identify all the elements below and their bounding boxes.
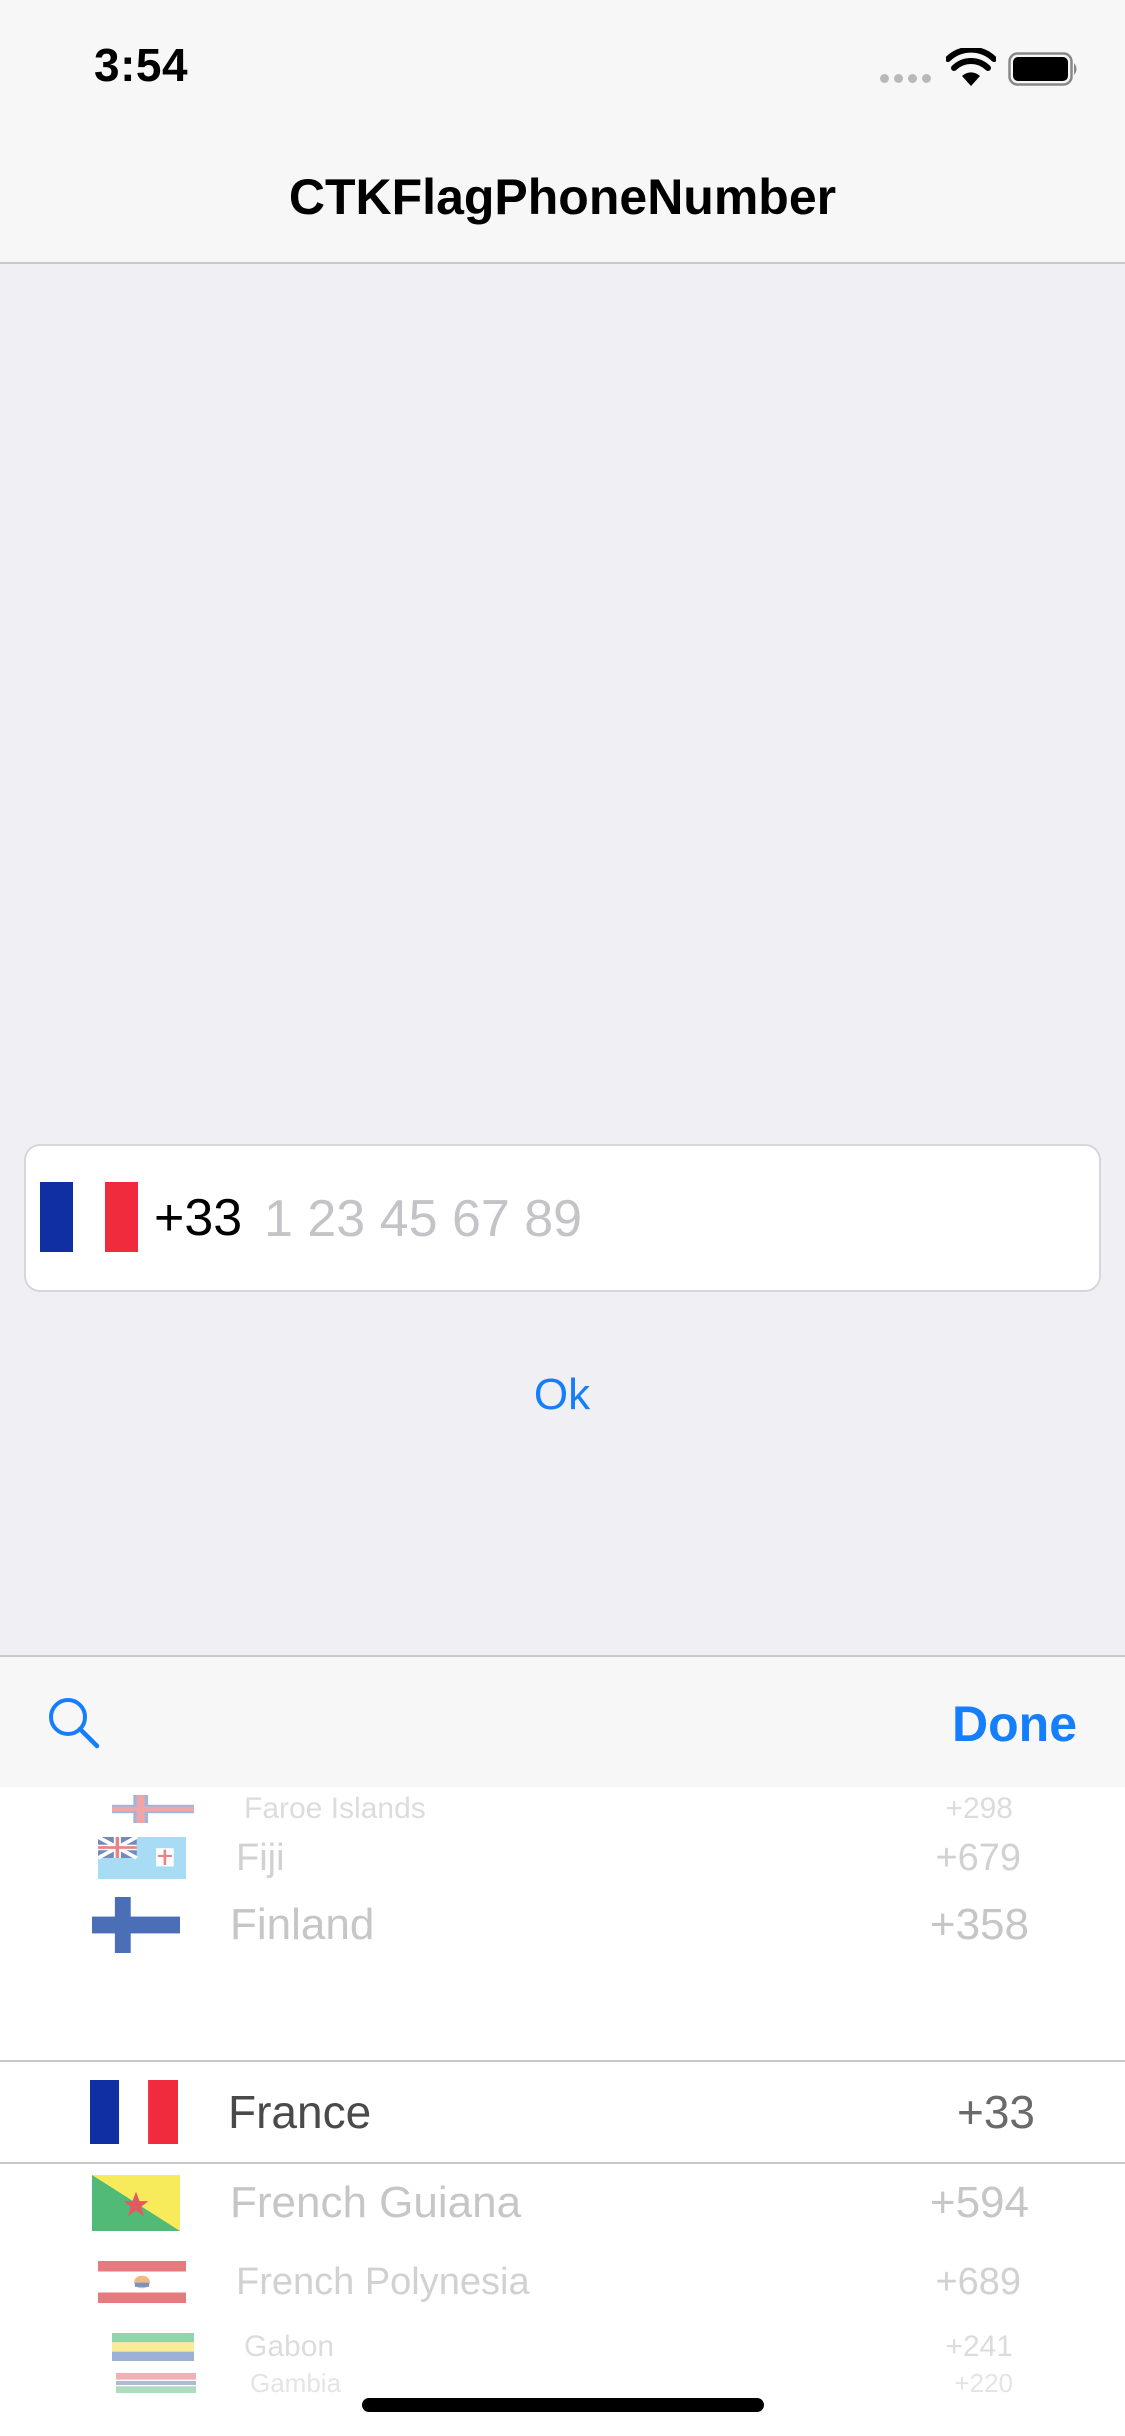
- country-dial-code: +358: [929, 1900, 1029, 1949]
- picker-row[interactable]: France +33: [0, 2075, 1125, 2149]
- picker-row[interactable]: French Polynesia +689: [0, 2255, 1125, 2309]
- country-dial-code: +241: [945, 2330, 1013, 2363]
- selection-indicator-top: [0, 2060, 1125, 2062]
- done-button[interactable]: Done: [952, 1695, 1077, 1753]
- screen: 3:54 CTKFlagPhoneNumber +33 Ok D: [0, 0, 1125, 2436]
- country-dial-code: +33: [956, 2086, 1035, 2138]
- france-flag-icon[interactable]: [40, 1182, 138, 1252]
- phone-number-field: +33: [24, 1144, 1101, 1292]
- country-dial-code: +689: [935, 2261, 1021, 2303]
- country-flag-icon: [112, 2333, 194, 2361]
- selection-indicator-bottom: [0, 2162, 1125, 2164]
- country-dial-code: +679: [935, 1837, 1021, 1879]
- battery-icon: [1008, 52, 1077, 86]
- ok-button[interactable]: Ok: [462, 1370, 662, 1430]
- country-flag-icon: [98, 1837, 186, 1879]
- country-name: French Polynesia: [236, 2261, 530, 2303]
- country-picker[interactable]: Falkland Islands+500Faroe Islands+298Fij…: [0, 1787, 1125, 2436]
- country-flag-icon: [98, 2261, 186, 2303]
- picker-row[interactable]: Fiji +679: [0, 1831, 1125, 1885]
- country-flag-icon: [116, 2373, 196, 2393]
- country-name: Gambia: [250, 2368, 342, 2398]
- status-time: 3:54: [94, 39, 189, 91]
- search-icon[interactable]: [44, 1693, 104, 1753]
- country-flag-icon: [92, 2175, 180, 2231]
- country-code-label: +33: [154, 1189, 243, 1247]
- picker-row[interactable]: French Guiana +594: [0, 2171, 1125, 2235]
- country-name: France: [228, 2086, 372, 2138]
- picker-row[interactable]: Gambia +220: [0, 2365, 1125, 2401]
- picker-row[interactable]: Gabon +241: [0, 2327, 1125, 2367]
- phone-number-input[interactable]: [264, 1174, 1064, 1264]
- country-name: French Guiana: [230, 2178, 522, 2227]
- country-dial-code: +298: [945, 1792, 1013, 1825]
- navigation-bar: 3:54 CTKFlagPhoneNumber: [0, 0, 1125, 264]
- country-name: Finland: [230, 1900, 375, 1949]
- country-name: Fiji: [236, 1837, 285, 1879]
- country-name: Faroe Islands: [244, 1792, 426, 1825]
- wifi-icon: [946, 48, 996, 86]
- country-dial-code: +594: [929, 2178, 1029, 2227]
- country-flag-icon: [90, 2080, 178, 2144]
- page-title: CTKFlagPhoneNumber: [288, 169, 837, 225]
- country-dial-code: +220: [954, 2368, 1013, 2398]
- home-indicator: [362, 2398, 764, 2412]
- country-flag-icon: [112, 1795, 194, 1823]
- picker-row[interactable]: Finland +358: [0, 1893, 1125, 1957]
- country-flag-icon: [92, 1897, 180, 1953]
- picker-row[interactable]: Faroe Islands +298: [0, 1789, 1125, 1829]
- cellular-signal-icon: [880, 74, 932, 86]
- picker-toolbar: Done: [0, 1655, 1125, 1787]
- country-name: Gabon: [244, 2330, 335, 2363]
